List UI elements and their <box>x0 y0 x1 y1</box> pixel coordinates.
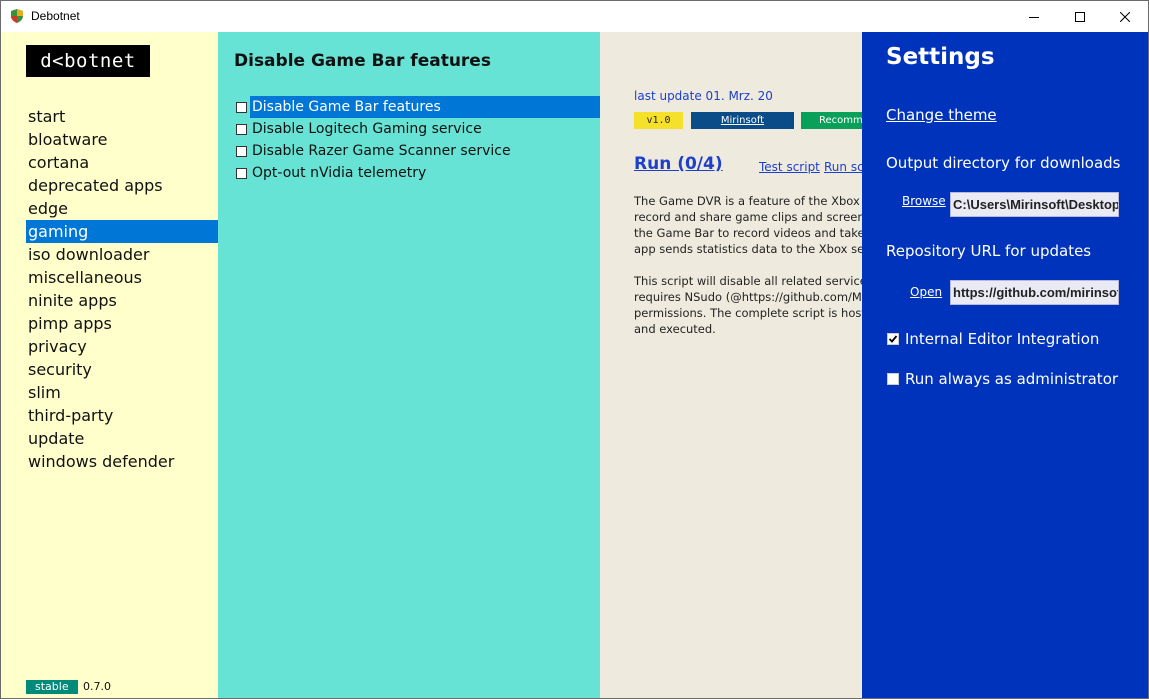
sidebar-item-slim[interactable]: slim <box>26 381 218 404</box>
version-label: 0.7.0 <box>83 680 111 693</box>
script-list-item[interactable]: Disable Game Bar features <box>235 96 600 118</box>
repo-url-field[interactable]: https://github.com/mirinsoft <box>950 280 1119 305</box>
settings-title: Settings <box>886 44 995 70</box>
category-sidebar: d<botnet start bloatware cortana deprecated… <box>1 32 218 698</box>
editor-integration-option[interactable]: Internal Editor Integration <box>887 330 1099 348</box>
editor-integration-checkbox[interactable] <box>887 333 899 345</box>
sidebar-item-third-party[interactable]: third-party <box>26 404 218 427</box>
sidebar-item-edge[interactable]: edge <box>26 197 218 220</box>
version-tag: v1.0 <box>634 112 683 129</box>
recommended-tag: Recomme <box>801 112 862 129</box>
script-label: Disable Game Bar features <box>250 96 600 118</box>
sidebar-item-bloatware[interactable]: bloatware <box>26 128 218 151</box>
sidebar-item-update[interactable]: update <box>26 427 218 450</box>
run-as-admin-option[interactable]: Run always as administrator <box>887 370 1118 388</box>
title-bar[interactable]: Debotnet <box>1 1 1148 32</box>
run-as-admin-checkbox[interactable] <box>887 373 899 385</box>
sidebar-item-security[interactable]: security <box>26 358 218 381</box>
script-list-item[interactable]: Opt-out nVidia telemetry <box>235 162 600 184</box>
sidebar-item-windows-defender[interactable]: windows defender <box>26 450 218 473</box>
sidebar-item-privacy[interactable]: privacy <box>26 335 218 358</box>
minimize-icon <box>1029 16 1039 18</box>
sidebar-item-iso-downloader[interactable]: iso downloader <box>26 243 218 266</box>
script-details-panel: last update 01. Mrz. 20 v1.0 Mirinsoft R… <box>600 32 862 698</box>
sidebar-item-ninite-apps[interactable]: ninite apps <box>26 289 218 312</box>
sidebar-item-pimp-apps[interactable]: pimp apps <box>26 312 218 335</box>
list-title: Disable Game Bar features <box>234 51 491 71</box>
output-dir-label: Output directory for downloads <box>886 154 1121 172</box>
script-label: Disable Razer Game Scanner service <box>252 143 511 159</box>
app-logo: d<botnet <box>26 45 150 77</box>
open-link[interactable]: Open <box>910 285 942 299</box>
last-update-text: last update 01. Mrz. 20 <box>634 89 773 103</box>
channel-badge: stable <box>26 680 78 694</box>
script-checkbox[interactable] <box>236 145 247 157</box>
script-list: Disable Game Bar features Disable Logitec… <box>235 96 600 184</box>
script-label: Disable Logitech Gaming service <box>252 121 482 137</box>
script-list-panel: Disable Game Bar features Disable Game B… <box>218 32 600 698</box>
sidebar-item-miscellaneous[interactable]: miscellaneous <box>26 266 218 289</box>
sidebar-item-start[interactable]: start <box>26 105 218 128</box>
shield-app-icon <box>11 9 23 23</box>
script-description: The Game DVR is a feature of the Xbox a … <box>634 194 862 336</box>
script-checkbox[interactable] <box>236 101 247 113</box>
test-script-link[interactable]: Test script <box>759 160 820 174</box>
script-label: Opt-out nVidia telemetry <box>252 165 427 181</box>
checkmark-icon <box>888 335 898 343</box>
maximize-icon <box>1075 11 1085 22</box>
run-link[interactable]: Run (0/4) <box>634 154 723 174</box>
window-title: Debotnet <box>31 9 80 23</box>
script-list-item[interactable]: Disable Razer Game Scanner service <box>235 140 600 162</box>
close-icon <box>1120 11 1130 22</box>
editor-integration-label: Internal Editor Integration <box>905 330 1100 348</box>
sidebar-item-cortana[interactable]: cortana <box>26 151 218 174</box>
repo-url-label: Repository URL for updates <box>886 242 1092 260</box>
settings-panel: Settings Change theme Output directory f… <box>862 32 1148 698</box>
change-theme-link[interactable]: Change theme <box>886 106 997 124</box>
run-as-admin-label: Run always as administrator <box>905 370 1119 388</box>
browse-link[interactable]: Browse <box>902 194 946 208</box>
author-tag-link[interactable]: Mirinsoft <box>691 112 794 129</box>
sidebar-item-gaming[interactable]: gaming <box>26 220 218 243</box>
script-checkbox[interactable] <box>236 123 247 135</box>
sidebar-item-deprecated-apps[interactable]: deprecated apps <box>26 174 218 197</box>
minimize-button[interactable] <box>1011 1 1057 32</box>
output-dir-field[interactable]: C:\Users\Mirinsoft\Desktop\ <box>950 192 1119 217</box>
app-window: Debotnet d<botnet start bloatware cortana d… <box>0 0 1149 699</box>
script-checkbox[interactable] <box>236 167 247 179</box>
maximize-button[interactable] <box>1057 1 1103 32</box>
script-list-item[interactable]: Disable Logitech Gaming service <box>235 118 600 140</box>
run-script-link[interactable]: Run scr <box>824 160 862 174</box>
category-list: start bloatware cortana deprecated apps edge… <box>26 105 218 473</box>
close-button[interactable] <box>1102 1 1148 32</box>
